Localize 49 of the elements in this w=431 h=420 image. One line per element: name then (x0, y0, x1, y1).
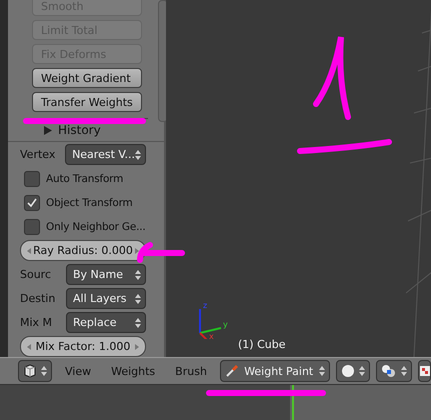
arrow-drawing (137, 242, 185, 263)
increment-arrow-icon[interactable] (135, 248, 139, 254)
up-down-arrows-icon (135, 268, 141, 280)
dropdown[interactable]: Replace (66, 312, 146, 333)
up-down-arrows-icon (41, 365, 47, 377)
up-down-arrows-icon (318, 365, 324, 377)
field-label: Sourc (20, 268, 52, 281)
number-field[interactable]: Mix Factor: 1.000 (20, 336, 146, 357)
tool-button[interactable]: Weight Gradient (32, 68, 142, 88)
checkbox-label: Only Neighbor Ge... (46, 220, 146, 232)
expand-triangle-icon[interactable] (44, 126, 52, 134)
pivot-dropdown[interactable] (376, 360, 412, 382)
checkbox-label: Object Transform (46, 196, 133, 208)
pivot-icon (380, 364, 397, 378)
field-label: Vertex (20, 148, 56, 161)
up-down-arrows-icon (135, 148, 141, 160)
checkmark-icon (27, 198, 37, 208)
up-down-arrows-icon (358, 365, 365, 377)
menu-item[interactable]: View (58, 364, 98, 378)
decrement-arrow-icon[interactable] (27, 248, 31, 254)
dropdown[interactable]: By Name (66, 264, 146, 285)
panel-title[interactable]: History (58, 123, 101, 137)
sphere-icon (340, 364, 355, 378)
editor-type-dropdown[interactable] (18, 360, 52, 382)
menu-item[interactable]: Brush (168, 364, 214, 378)
field-label: Mix M (20, 316, 54, 329)
up-down-arrows-icon (400, 365, 407, 377)
decrement-arrow-icon[interactable] (27, 344, 31, 350)
axis-gizmo-drawing: z y x (190, 299, 232, 339)
increment-arrow-icon[interactable] (135, 344, 139, 350)
dropdown[interactable]: Nearest V... (65, 144, 146, 165)
checkbox[interactable] (24, 170, 40, 186)
up-down-arrows-icon (135, 316, 141, 328)
object-label: (1) Cube (238, 338, 286, 351)
menu-item[interactable]: Weights (104, 364, 162, 378)
brush-icon (224, 364, 239, 378)
up-down-arrows-icon (135, 292, 141, 304)
checkbox-label: Auto Transform (46, 172, 124, 184)
number-field[interactable]: Ray Radius: 0.000 (20, 240, 146, 261)
tool-button[interactable]: Transfer Weights (32, 92, 142, 112)
mode-dropdown[interactable]: Weight Paint (220, 360, 330, 382)
checkbox[interactable] (24, 218, 40, 234)
dropdown[interactable]: All Layers (66, 288, 146, 309)
checkbox[interactable] (24, 194, 40, 210)
field-label: Destin (20, 292, 56, 305)
current-frame-line (292, 385, 294, 420)
shading-dropdown[interactable] (336, 360, 370, 382)
cube-icon (23, 364, 37, 378)
checker-icon[interactable] (418, 360, 431, 382)
